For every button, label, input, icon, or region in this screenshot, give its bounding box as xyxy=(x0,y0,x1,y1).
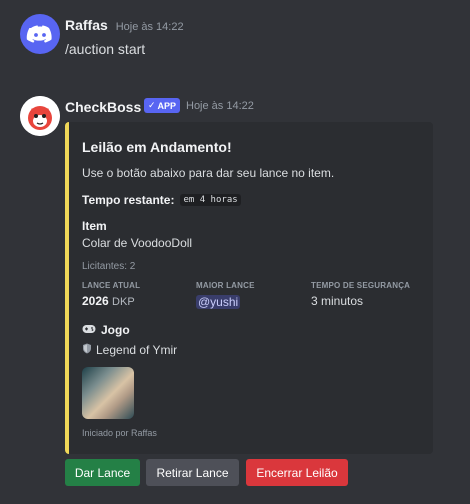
time-remaining-label: Tempo restante: xyxy=(82,193,175,207)
user-mention[interactable]: @yushi xyxy=(196,295,241,309)
shield-icon xyxy=(82,343,92,357)
app-badge: ✓ APP xyxy=(144,98,181,113)
message1-content: /auction start xyxy=(65,41,146,57)
time-remaining-row: Tempo restante: em 4 horas xyxy=(82,193,241,207)
end-auction-button[interactable]: Encerrar Leilão xyxy=(246,459,348,486)
embed-description: Use o botão abaixo para dar seu lance no… xyxy=(82,166,335,180)
game-label: Jogo xyxy=(101,323,130,337)
bid-button[interactable]: Dar Lance xyxy=(65,459,140,486)
safety-time-header: TEMPO DE SEGURANÇA xyxy=(311,281,411,290)
current-bid-value: 2026 DKP xyxy=(82,294,135,308)
bidders-count: Licitantes: 2 xyxy=(82,261,136,272)
game-value-row: Legend of Ymir xyxy=(82,343,177,357)
checkboss-avatar-icon[interactable] xyxy=(20,96,60,136)
embed-title: Leilão em Andamento! xyxy=(82,139,232,155)
verified-check-icon: ✓ xyxy=(148,100,156,110)
highest-bid-value[interactable]: @yushi xyxy=(196,295,241,309)
embed-footer: Iniciado por Raffas xyxy=(82,428,157,438)
gamepad-icon xyxy=(82,323,96,337)
message2-username[interactable]: CheckBoss xyxy=(65,99,141,115)
retract-bid-button[interactable]: Retirar Lance xyxy=(146,459,239,486)
discord-logo-icon[interactable] xyxy=(20,14,60,54)
safety-time-value: 3 minutos xyxy=(311,294,364,308)
highest-bid-header: MAIOR LANCE xyxy=(196,281,255,290)
auction-embed: Leilão em Andamento! Use o botão abaixo … xyxy=(65,122,433,454)
item-value: Colar de VoodooDoll xyxy=(82,236,193,250)
item-thumbnail[interactable] xyxy=(82,367,134,419)
item-label: Item xyxy=(82,219,107,233)
game-field: Jogo xyxy=(82,323,130,337)
game-value: Legend of Ymir xyxy=(96,343,178,357)
message1-timestamp: Hoje às 14:22 xyxy=(115,21,184,33)
current-bid-header: LANCE ATUAL xyxy=(82,281,141,290)
time-remaining-value: em 4 horas xyxy=(180,194,241,206)
app-badge-label: APP xyxy=(157,100,177,111)
message1-username[interactable]: Raffas Hoje às 14:22 xyxy=(65,17,184,33)
message2-timestamp: Hoje às 14:22 xyxy=(186,100,254,112)
